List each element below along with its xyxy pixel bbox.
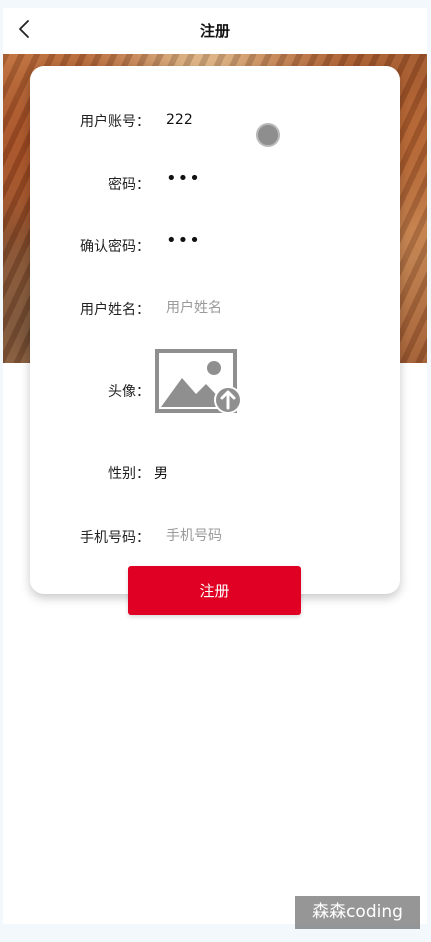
image-upload-icon (155, 349, 242, 414)
password-input[interactable]: ••• (166, 168, 366, 196)
account-row: 用户账号： (30, 100, 400, 140)
phone-input[interactable] (166, 522, 366, 550)
confirm-password-input[interactable]: ••• (166, 230, 366, 258)
password-label: 密码： (108, 177, 150, 193)
confirm-password-row: 确认密码： ••• (30, 225, 400, 265)
page-title: 注册 (199, 22, 230, 40)
avatar-label: 头像： (108, 384, 150, 400)
account-label: 用户账号： (80, 114, 150, 130)
watermark: 森森coding (295, 896, 420, 929)
gender-label: 性别： (108, 466, 150, 482)
confirm-password-label: 确认密码： (80, 239, 150, 255)
phone-row: 手机号码： (30, 516, 400, 556)
password-row: 密码： ••• (30, 163, 400, 203)
touch-indicator (256, 123, 280, 147)
gender-row: 性别： 男 (30, 452, 400, 492)
name-row: 用户姓名： (30, 288, 400, 328)
register-page: 注册 用户账号： 密码： ••• 确认密码： ••• 用户姓名： 头像： (3, 8, 427, 924)
header-bar: 注册 (3, 8, 427, 54)
name-label: 用户姓名： (80, 302, 150, 318)
phone-label: 手机号码： (80, 530, 150, 546)
register-form-card: 用户账号： 密码： ••• 确认密码： ••• 用户姓名： 头像： (30, 66, 400, 594)
name-input[interactable] (166, 294, 366, 322)
register-button[interactable]: 注册 (128, 566, 301, 615)
gender-picker[interactable]: 男 (154, 463, 168, 483)
avatar-upload-button[interactable] (154, 348, 246, 420)
